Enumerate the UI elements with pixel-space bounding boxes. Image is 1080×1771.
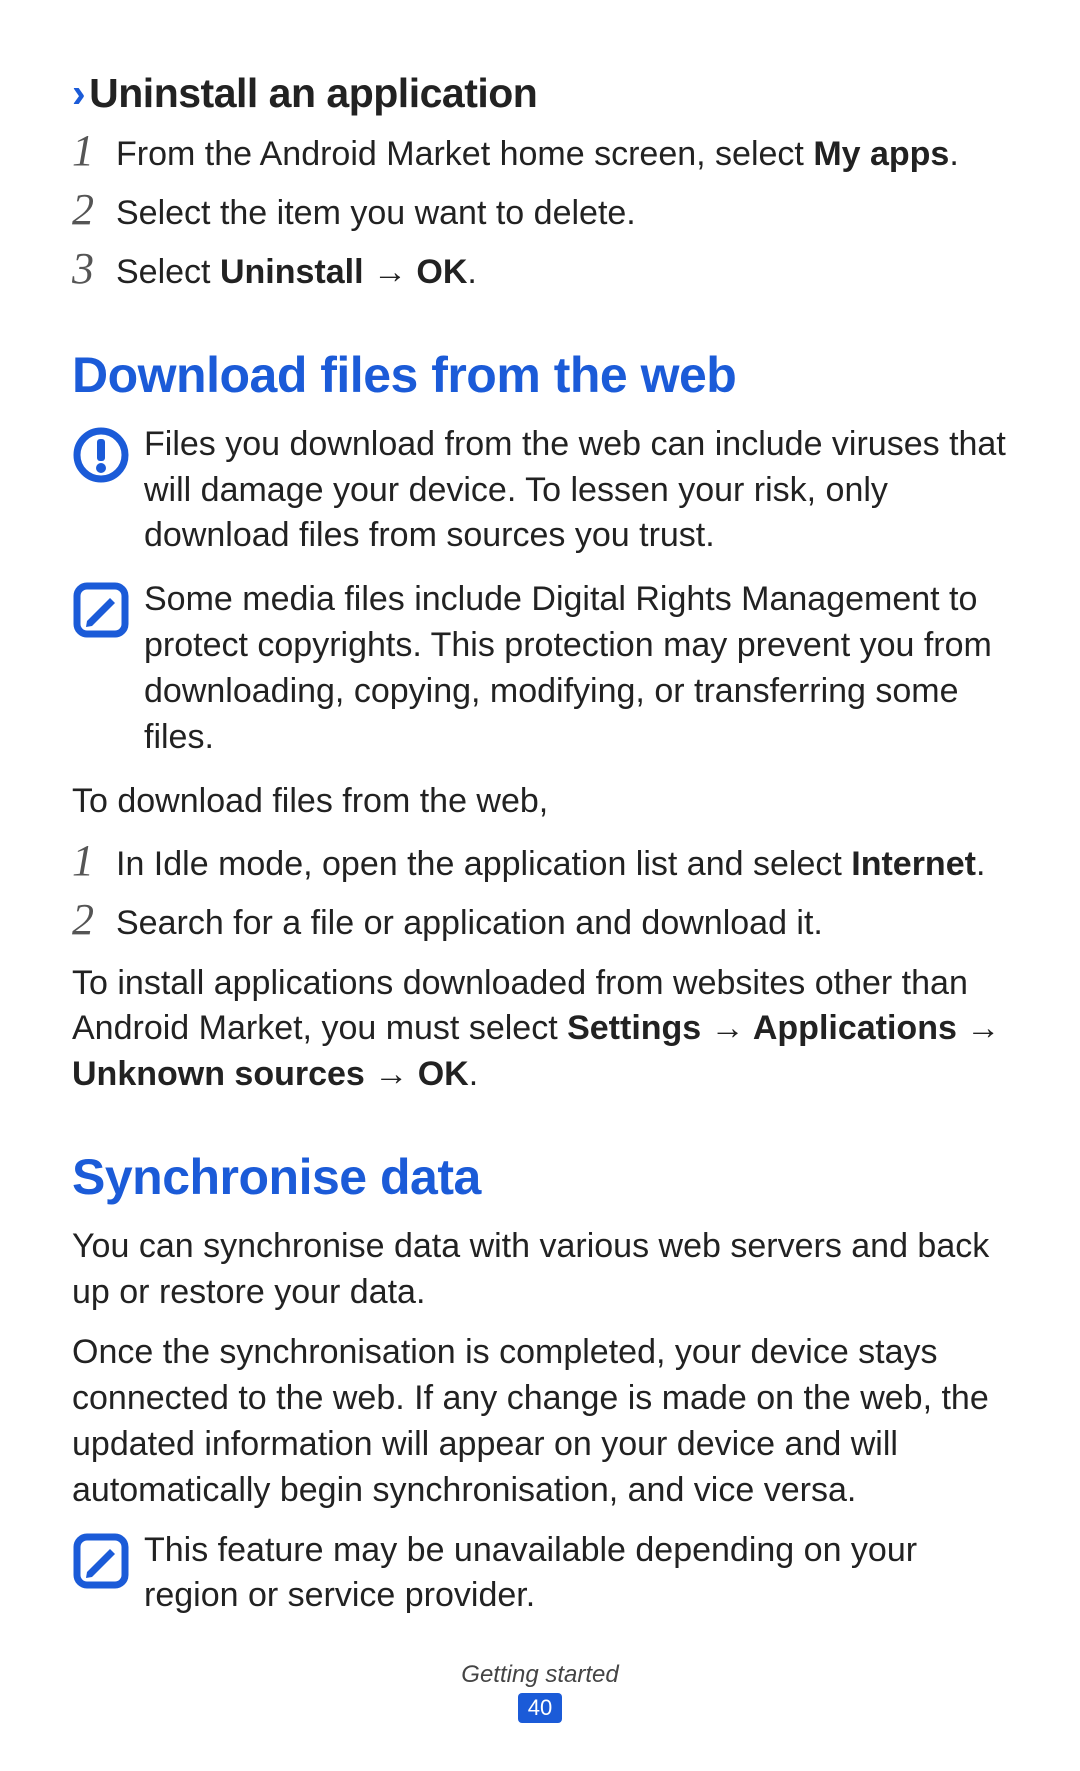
download-heading: Download files from the web [72,346,1008,404]
step-text: Select the item you want to delete. [116,191,1008,237]
note-text: This feature may be unavailable dependin… [144,1528,1008,1620]
sync-heading: Synchronise data [72,1148,1008,1206]
step-number: 2 [72,898,116,942]
warning-icon [72,426,130,484]
list-item: 2 Select the item you want to delete. [72,188,1008,237]
uninstall-heading: ›Uninstall an application [72,70,1008,117]
step-text: Search for a file or application and dow… [116,901,1008,947]
manual-page: ›Uninstall an application 1 From the And… [0,0,1080,1771]
step-number: 2 [72,188,116,232]
note-text: Some media files include Digital Rights … [144,577,1008,761]
uninstall-steps: 1 From the Android Market home screen, s… [72,129,1008,296]
sync-p2: Once the synchronisation is completed, y… [72,1330,1008,1514]
page-footer: Getting started 40 [0,1661,1080,1723]
page-number: 40 [518,1693,562,1723]
install-note: To install applications downloaded from … [72,961,1008,1099]
step-number: 3 [72,247,116,291]
warning-callout: Files you download from the web can incl… [72,422,1008,560]
list-item: 3 Select Uninstall → OK. [72,247,1008,296]
chevron-right-icon: › [72,70,85,116]
step-text: In Idle mode, open the application list … [116,842,1008,888]
step-text: Select Uninstall → OK. [116,250,1008,296]
list-item: 1 In Idle mode, open the application lis… [72,839,1008,888]
note-callout: This feature may be unavailable dependin… [72,1528,1008,1620]
warning-text: Files you download from the web can incl… [144,422,1008,560]
list-item: 1 From the Android Market home screen, s… [72,129,1008,178]
download-intro: To download files from the web, [72,779,1008,825]
list-item: 2 Search for a file or application and d… [72,898,1008,947]
step-number: 1 [72,129,116,173]
note-icon [72,581,130,639]
note-callout: Some media files include Digital Rights … [72,577,1008,761]
download-steps: 1 In Idle mode, open the application lis… [72,839,1008,947]
step-number: 1 [72,839,116,883]
note-icon [72,1532,130,1590]
sync-p1: You can synchronise data with various we… [72,1224,1008,1316]
footer-section: Getting started [0,1661,1080,1689]
uninstall-heading-text: Uninstall an application [89,70,537,116]
step-text: From the Android Market home screen, sel… [116,132,1008,178]
